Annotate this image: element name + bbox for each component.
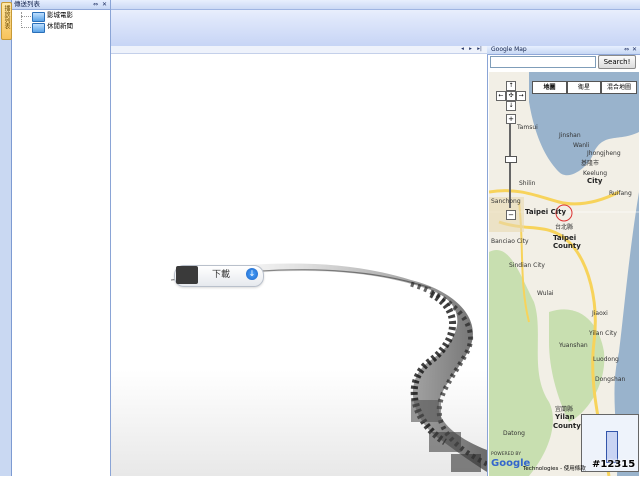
last-arrow-icon[interactable]: ▸| <box>476 46 483 53</box>
prev-arrow-icon[interactable]: ◂ <box>459 46 466 53</box>
map-place-label: Jinshan <box>559 132 581 139</box>
map-place-label: Taipei City <box>525 208 567 216</box>
pin-icon[interactable]: ⇔ <box>623 46 630 53</box>
map-place-label: Tamsui <box>517 124 538 131</box>
pan-down-icon[interactable]: ↓ <box>506 101 516 111</box>
map-type-satellite-button[interactable]: 衛星 <box>567 81 601 94</box>
transfer-list-header: 傳送列表 ⇔ ✕ <box>12 0 110 10</box>
map-place-label: Dongshan <box>595 376 626 383</box>
map-place-label: Sindian City <box>509 262 545 269</box>
pan-left-icon[interactable]: ← <box>496 91 506 101</box>
download-arrow-icon[interactable]: ↓ <box>246 268 258 280</box>
film-thumbnail-icon <box>176 266 198 284</box>
transfer-list-title: 傳送列表 <box>14 0 40 8</box>
download-label: 下載 <box>212 270 231 280</box>
map-attribution: Technologies - 使用條款 <box>523 466 586 472</box>
close-icon[interactable]: ✕ <box>101 1 108 8</box>
map-place-label: Jiaoxi <box>592 310 608 317</box>
map-canvas[interactable]: ↑ ← ✣ → ↓ + − Keelung City 基隆市 Taipei Ci… <box>489 72 639 476</box>
map-place-label: Sanchong <box>491 198 521 205</box>
google-map-title: Google Map <box>491 46 527 53</box>
transfer-list-panel: 傳送列表 ⇔ ✕ 影城電影 休閒新聞 <box>12 0 111 476</box>
tree-item-label: 休閒新聞 <box>47 22 73 30</box>
folder-icon <box>32 23 45 33</box>
map-place-label: County <box>553 422 581 430</box>
zoom-out-icon[interactable]: − <box>506 210 516 220</box>
powered-by-label: POWERED BY <box>491 452 522 457</box>
zoom-in-icon[interactable]: + <box>506 114 516 124</box>
map-place-label: 台北縣 <box>555 224 574 231</box>
content-toolbar <box>111 46 487 54</box>
map-search-input[interactable] <box>490 56 596 68</box>
side-tab-label: 播放列表 <box>3 5 10 29</box>
map-place-label: Yilan City <box>589 330 617 337</box>
tree-item-movies[interactable]: 影城電影 <box>32 11 122 22</box>
tree-item-label: 影城電影 <box>47 11 73 19</box>
map-place-label: Jhongjheng <box>587 150 621 157</box>
map-place-label: City <box>587 177 603 185</box>
zoom-slider-handle[interactable] <box>505 156 517 163</box>
side-tab-playlist[interactable]: 播放列表 <box>1 2 12 40</box>
map-type-map-button[interactable]: 地圖 <box>532 81 567 94</box>
map-search-button[interactable]: Search! <box>598 55 636 69</box>
pin-icon[interactable]: ⇔ <box>92 1 99 8</box>
pan-center-icon[interactable]: ✣ <box>506 91 516 101</box>
map-place-label: Taipei <box>553 234 577 242</box>
tree-item-news[interactable]: 休閒新聞 <box>32 22 122 33</box>
pan-up-icon[interactable]: ↑ <box>506 81 516 91</box>
map-place-label: Yilan <box>555 413 575 421</box>
zoom-slider-track[interactable] <box>509 124 511 208</box>
side-tab-strip <box>0 0 12 476</box>
map-place-label: Wanli <box>573 142 590 149</box>
map-place-label: County <box>553 242 581 250</box>
map-place-label: Ruifang <box>609 190 632 197</box>
map-place-label: Keelung <box>583 170 608 177</box>
map-place-label: 宜蘭縣 <box>555 406 574 413</box>
film-strip-graphic <box>111 263 487 476</box>
close-icon[interactable]: ✕ <box>631 46 638 53</box>
map-place-label: Banciao City <box>491 238 529 245</box>
map-place-label: Yuanshan <box>559 342 588 349</box>
map-place-label: Datong <box>503 430 525 437</box>
folder-icon <box>32 12 45 22</box>
watermark-label: #12315 <box>592 459 636 470</box>
map-place-label: 基隆市 <box>581 160 600 167</box>
pan-right-icon[interactable]: → <box>516 91 526 101</box>
next-arrow-icon[interactable]: ▸ <box>467 46 474 53</box>
map-place-label: Luodong <box>593 356 619 363</box>
map-place-label: Shilin <box>519 180 536 187</box>
top-banner-strip <box>111 0 640 10</box>
map-place-label: Wulai <box>537 290 554 297</box>
map-type-hybrid-button[interactable]: 混合地圖 <box>601 81 637 94</box>
